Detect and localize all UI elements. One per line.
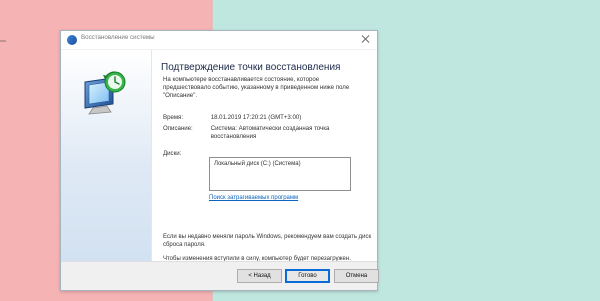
disks-list[interactable]: Локальный диск (C:) (Система) (209, 157, 351, 191)
dialog-footer: < Назад Готово Отмена (61, 261, 379, 290)
system-restore-icon (67, 35, 77, 45)
window-title: Восстановление системы (81, 34, 155, 41)
system-restore-window: Восстановление системы Подтверждение точ… (60, 30, 379, 291)
dialog-content: Подтверждение точки восстановления На ко… (61, 50, 377, 278)
page-title: Подтверждение точки восстановления (161, 62, 341, 73)
description-value: Система: Автоматически созданная точка в… (210, 125, 330, 140)
disks-label: Диски: (163, 150, 182, 157)
restore-monitor-clock-icon (84, 71, 126, 115)
back-button[interactable]: < Назад (237, 269, 282, 283)
finish-button[interactable]: Готово (285, 269, 330, 283)
description-row: Описание: Система: Автоматически созданн… (163, 125, 359, 141)
desktop-marker (0, 40, 6, 42)
time-value: 18.01.2019 17:20:21 (GMT+3:00) (210, 114, 302, 121)
cancel-button[interactable]: Отмена (334, 269, 379, 283)
description-label: Описание: (163, 125, 193, 132)
affected-programs-link[interactable]: Поиск затрагиваемых программ (209, 195, 298, 201)
password-note: Если вы недавно меняли пароль Windows, р… (163, 234, 372, 248)
time-row: Время: 18.01.2019 17:20:21 (GMT+3:00) (163, 114, 359, 122)
time-label: Время: (163, 114, 184, 121)
disk-item[interactable]: Локальный диск (C:) (Система) (214, 161, 301, 167)
main-panel: Подтверждение точки восстановления На ко… (151, 50, 377, 278)
close-icon[interactable] (361, 34, 371, 44)
side-panel (61, 50, 152, 262)
intro-text: На компьютере восстанавливается состояни… (163, 76, 350, 99)
title-bar[interactable]: Восстановление системы (61, 31, 377, 50)
disks-row: Диски: (163, 150, 209, 158)
